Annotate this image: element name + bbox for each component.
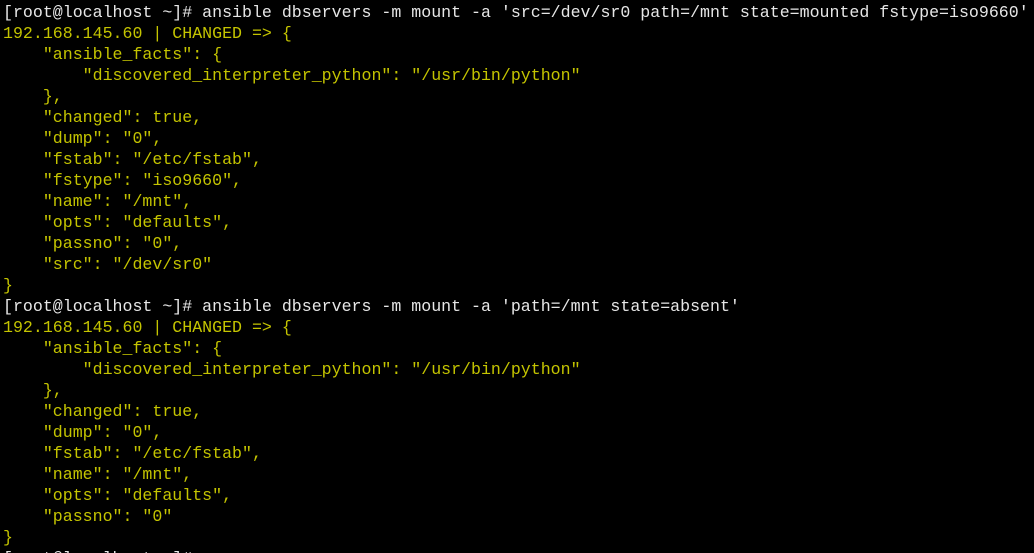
output-line: } [3, 528, 13, 547]
output-line: }, [3, 87, 63, 106]
output-line: "changed": true, [3, 402, 203, 421]
output-line: "fstype": "iso9660", [3, 171, 242, 190]
output-line: "name": "/mnt", [3, 192, 193, 211]
output-line: "passno": "0", [3, 234, 183, 253]
output-line: 192.168.145.60 | CHANGED => { [3, 318, 292, 337]
output-line: "changed": true, [3, 108, 203, 127]
output-line: } [3, 276, 13, 295]
output-line: "src": "/dev/sr0" [3, 255, 213, 274]
output-line: "fstab": "/etc/fstab", [3, 444, 262, 463]
output-line: "discovered_interpreter_python": "/usr/b… [3, 66, 581, 85]
output-line: "opts": "defaults", [3, 486, 233, 505]
terminal-window[interactable]: [root@localhost ~]# ansible dbservers -m… [0, 0, 1034, 553]
command-line: [root@localhost ~]# [0, 548, 1034, 553]
output-line: "passno": "0" [3, 507, 173, 526]
output-line: "name": "/mnt", [3, 465, 193, 484]
output-line: "opts": "defaults", [3, 213, 233, 232]
output-line: }, [3, 381, 63, 400]
output-line: "dump": "0", [3, 129, 163, 148]
command-line: [root@localhost ~]# ansible dbservers -m… [3, 297, 740, 316]
command-line: [root@localhost ~]# ansible dbservers -m… [3, 3, 1029, 22]
output-line: "discovered_interpreter_python": "/usr/b… [3, 360, 581, 379]
output-line: 192.168.145.60 | CHANGED => { [3, 24, 292, 43]
output-line: "fstab": "/etc/fstab", [3, 150, 262, 169]
output-line: "ansible_facts": { [3, 339, 223, 358]
output-line: "ansible_facts": { [3, 45, 223, 64]
output-line: "dump": "0", [3, 423, 163, 442]
